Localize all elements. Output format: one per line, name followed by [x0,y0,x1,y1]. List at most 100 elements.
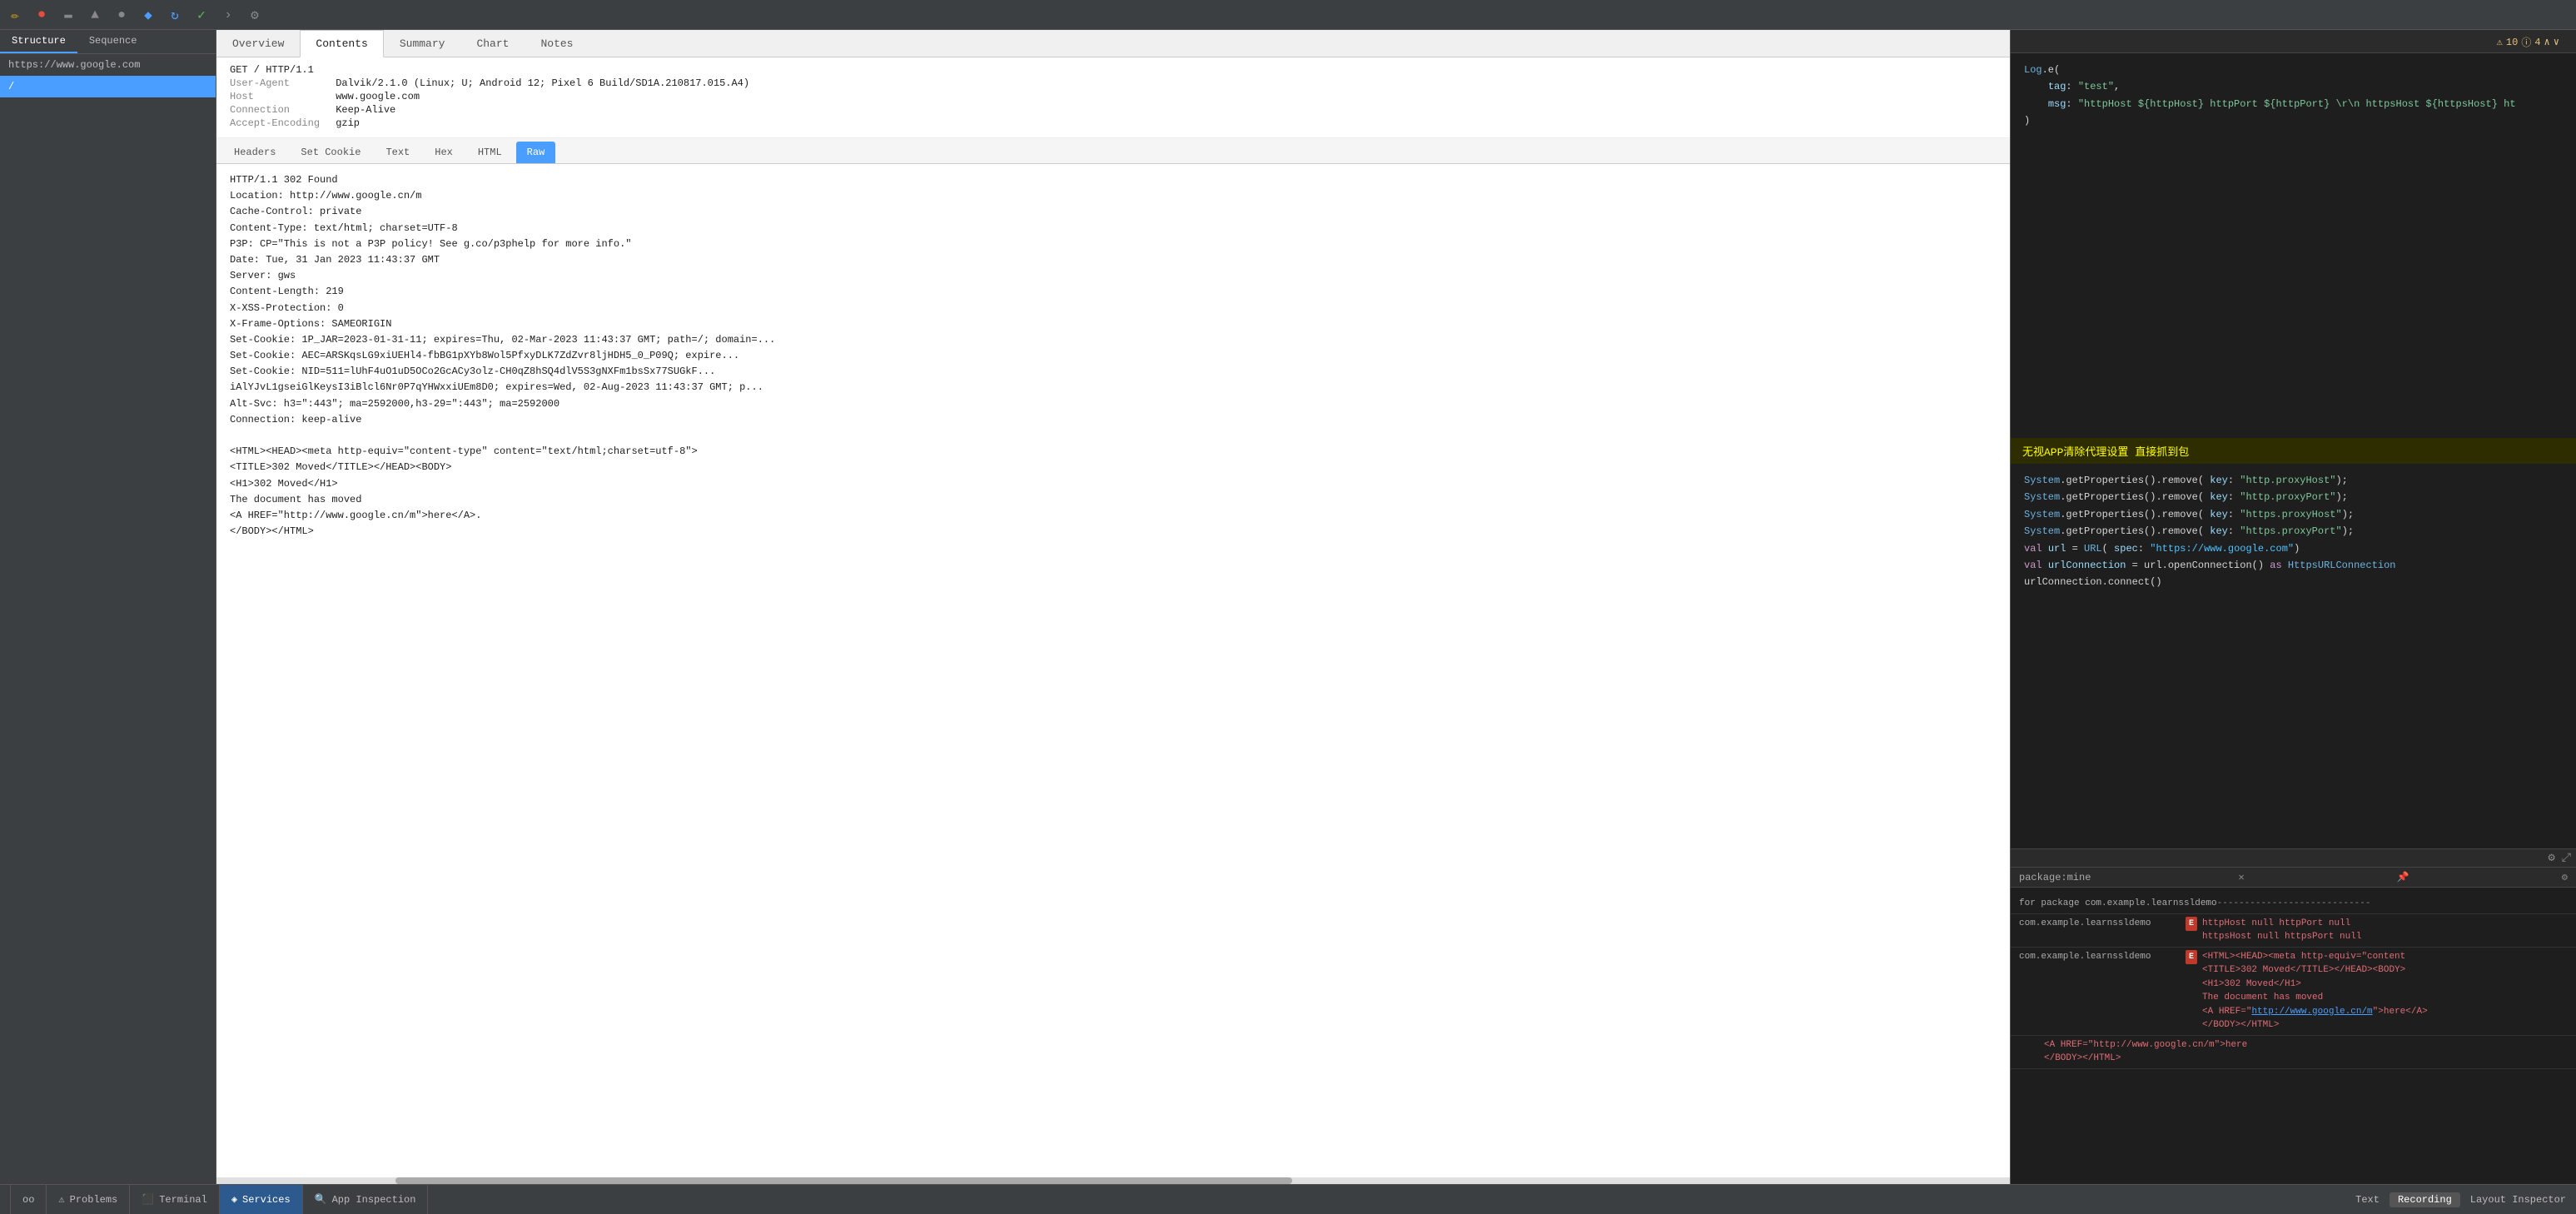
tab-chart[interactable]: Chart [460,30,525,57]
connection-row: Connection Keep-Alive [230,104,1997,116]
code-msg: msg: "httpHost ${httpHost} httpPort ${ht… [2024,96,2563,112]
tab-text[interactable]: Text [375,142,420,163]
response-text: HTTP/1.1 302 Found Location: http://www.… [230,172,1997,540]
code-area-system: System.getProperties().remove( key: "htt… [2011,464,2576,848]
record-icon[interactable]: ⏺ [33,7,50,23]
bookmark-icon[interactable]: ◆ [140,7,157,23]
accept-encoding-value: gzip [336,117,360,129]
log-dashes: ---------------------------- [2217,897,2371,911]
right-panel-header: ⚠ 10 ⓘ 4 ∧ ∨ [2011,30,2576,53]
preview-href: <A HREF="http://www.google.cn/m">here [2044,1038,2247,1052]
code-connect: urlConnection.connect() [2024,574,2563,590]
url-item-root[interactable]: / [0,76,216,97]
connection-label: Connection [230,104,330,116]
right-bottom-header: package:mine ✕ 📌 ⚙ [2011,868,2576,888]
status-services[interactable]: ◈ Services [220,1185,303,1214]
bug-icon[interactable]: ▬ [60,7,77,23]
log-text-2: <HTML><HEAD><meta http-equiv="content <T… [2202,950,2568,1032]
tab-raw[interactable]: Raw [516,142,556,163]
preview-body-close: </BODY></HTML> [2044,1052,2121,1066]
circle-icon[interactable]: ● [113,7,130,23]
gear-icon[interactable]: ⚙ [2548,851,2554,865]
tab-sequence[interactable]: Sequence [77,30,149,53]
problems-label: Problems [70,1194,118,1206]
user-agent-label: User-Agent [230,77,330,89]
request-info: GET / HTTP/1.1 User-Agent Dalvik/2.1.0 (… [216,57,2010,138]
layout-inspector-label: Layout Inspector [2470,1194,2566,1206]
code-log-open: Log.e( [2024,62,2563,78]
log-entry-1: com.example.learnssldemo E httpHost null… [2011,914,2576,948]
main-container: Structure Sequence https://www.google.co… [0,30,2576,1184]
log-pkg-1: com.example.learnssldemo [2019,917,2186,931]
refresh-icon[interactable]: ↻ [167,7,183,23]
expand-icon[interactable]: ⤢ [2562,852,2571,865]
tab-notes[interactable]: Notes [525,30,589,57]
code-sys4: System.getProperties().remove( key: "htt… [2024,523,2563,540]
tab-summary[interactable]: Summary [384,30,461,57]
cloud-icon[interactable]: ▲ [87,7,103,23]
package-label: package:mine [2019,872,2091,883]
method-path: GET / HTTP/1.1 [230,64,1997,76]
yellow-banner: 无视APP清除代理设置 直接抓到包 [2011,438,2576,464]
warning-status-icon: ⚠ [58,1193,64,1206]
oo-label: oo [22,1194,34,1206]
center-scrollbar[interactable] [216,1177,2010,1184]
text-item: Text [2355,1194,2380,1206]
info-icon: ⓘ [2521,35,2531,49]
url-item-google[interactable]: https://www.google.com [0,54,216,76]
code-sys1: System.getProperties().remove( key: "htt… [2024,472,2563,489]
scrollbar-thumb[interactable] [395,1177,1292,1184]
close-icon[interactable]: ✕ [2238,871,2244,883]
log-badge-1: E [2186,917,2197,931]
app-inspection-label: App Inspection [332,1194,416,1206]
collapse-down-icon[interactable]: ∨ [2554,36,2559,48]
layout-inspector-item: Layout Inspector [2470,1194,2566,1206]
tab-headers[interactable]: Headers [223,142,286,163]
code-tag: tag: "test", [2024,78,2563,95]
services-icon: ◈ [231,1193,237,1206]
response-body[interactable]: HTTP/1.1 302 Found Location: http://www.… [216,164,2010,1177]
tab-structure[interactable]: Structure [0,30,77,53]
host-value: www.google.com [336,91,420,102]
host-label: Host [230,91,330,102]
tab-set-cookie[interactable]: Set Cookie [290,142,371,163]
arrow-icon[interactable]: › [220,7,236,23]
text-label: Text [2355,1194,2380,1206]
code-val-conn: val urlConnection = url.openConnection()… [2024,557,2563,574]
code-sys3: System.getProperties().remove( key: "htt… [2024,506,2563,523]
status-oo[interactable]: oo [10,1185,47,1214]
inspection-icon: 🔍 [315,1193,327,1206]
pin-icon[interactable]: 📌 [2397,871,2409,883]
status-app-inspection[interactable]: 🔍 App Inspection [303,1185,429,1214]
log-link[interactable]: http://www.google.cn/m [2251,1007,2372,1017]
info-count: 4 [2534,37,2540,48]
settings-icon2[interactable]: ⚙ [2562,871,2568,883]
response-tabs: Headers Set Cookie Text Hex HTML Raw [216,138,2010,164]
settings-icon[interactable]: ⚙ [246,7,263,23]
recording-badge[interactable]: Recording [2390,1192,2460,1207]
center-tabs: Overview Contents Summary Chart Notes [216,30,2010,57]
connection-value: Keep-Alive [336,104,395,116]
log-pkg-header: for package com.example.learnssldemo [2019,897,2217,911]
terminal-icon: ⬛ [142,1193,154,1206]
tab-html[interactable]: HTML [467,142,513,163]
tab-contents[interactable]: Contents [300,30,383,57]
user-agent-row: User-Agent Dalvik/2.1.0 (Linux; U; Andro… [230,77,1997,89]
center-panel: Overview Contents Summary Chart Notes GE… [216,30,2010,1184]
log-entry-2: com.example.learnssldemo E <HTML><HEAD><… [2011,948,2576,1036]
tab-overview[interactable]: Overview [216,30,300,57]
user-agent-value: Dalvik/2.1.0 (Linux; U; Android 12; Pixe… [336,77,749,89]
pencil-icon[interactable]: ✏ [7,7,23,23]
right-panel: ⚠ 10 ⓘ 4 ∧ ∨ Log.e( tag: "test", msg: "h… [2010,30,2576,1184]
right-bottom-content: for package com.example.learnssldemo ---… [2011,888,2576,1184]
status-terminal[interactable]: ⬛ Terminal [130,1185,220,1214]
preview-link[interactable]: http://www.google.cn/m [2093,1040,2214,1050]
log-entry-preview: <A HREF="http://www.google.cn/m">here </… [2011,1036,2576,1069]
collapse-up-icon[interactable]: ∧ [2544,36,2550,48]
status-problems[interactable]: ⚠ Problems [47,1185,130,1214]
left-panel: Structure Sequence https://www.google.co… [0,30,216,1184]
check-icon[interactable]: ✓ [193,7,210,23]
tab-hex[interactable]: Hex [424,142,464,163]
warning-icon: ⚠ [2497,36,2503,48]
status-right: Text Recording Layout Inspector [2355,1192,2566,1207]
